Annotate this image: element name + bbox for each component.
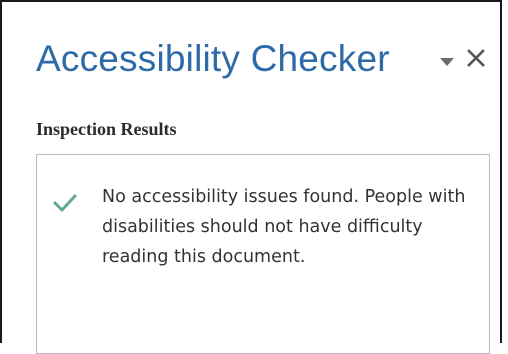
inspection-results-box: No accessibility issues found. People wi…	[36, 154, 490, 354]
result-message: No accessibility issues found. People wi…	[102, 187, 466, 267]
accessibility-checker-pane: Accessibility Checker Inspection Results…	[0, 0, 502, 354]
pane-title: Accessibility Checker	[36, 38, 390, 79]
checkmark-icon	[53, 194, 77, 212]
inspection-results-heading: Inspection Results	[36, 119, 177, 139]
chevron-down-icon[interactable]	[440, 58, 454, 66]
close-icon[interactable]	[464, 46, 488, 70]
